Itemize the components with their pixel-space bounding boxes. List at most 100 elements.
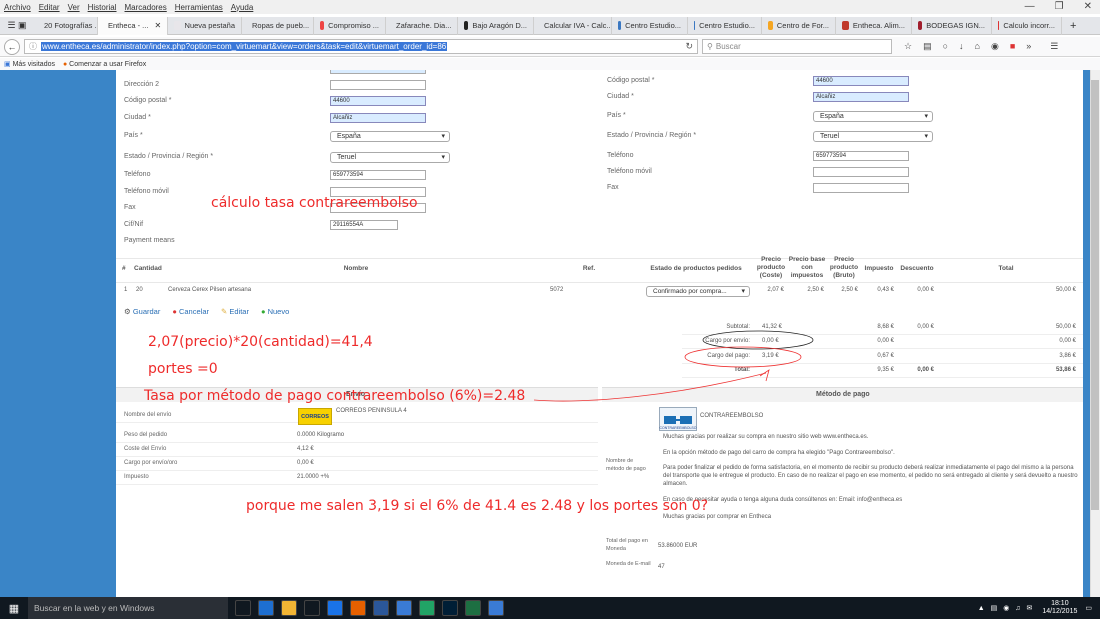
bookmark-star-icon[interactable]: ☆ [904, 41, 912, 52]
shipping-field[interactable]: 659773594 [813, 151, 909, 161]
tab-favicon-icon [842, 21, 849, 30]
payment-name-label: Nombre de método de pago [606, 458, 646, 472]
browser-tab-7[interactable]: Calcular IVA - Calc... [534, 16, 612, 35]
new-button[interactable]: ● Nuevo [261, 307, 289, 316]
totals-value: 3,19 € [762, 353, 779, 359]
totals-label: Cargo por envío: [705, 338, 750, 344]
billing-field[interactable]: 44600 [330, 96, 426, 106]
billing-region-select[interactable]: Teruel [330, 152, 450, 163]
browser-tab-8[interactable]: Centro Estudio... [612, 16, 688, 35]
home-icon[interactable]: ⌂ [975, 41, 980, 52]
browser-tab-11[interactable]: Entheca. Alim... [836, 16, 912, 35]
browser-tab-4[interactable]: Compromiso ... [314, 16, 386, 35]
totals-value: 41,32 € [762, 324, 783, 330]
url-bar[interactable]: ⓘ www.entheca.es/administrator/index.php… [24, 39, 698, 54]
app-icon[interactable] [396, 600, 412, 616]
browser-tab-0[interactable]: 20 Fotografías ... [34, 16, 98, 35]
addon-icon[interactable]: ■ [1010, 41, 1015, 52]
browser-tab-2[interactable]: Nueva pestaña [168, 16, 242, 35]
menu-item-5[interactable]: Herramientas [175, 3, 223, 12]
task-view-icon[interactable] [235, 600, 251, 616]
col-cost-header: Precio producto (Coste) [756, 256, 786, 279]
hamburger-menu-icon[interactable]: ☰ [1050, 41, 1058, 52]
excel-icon[interactable] [465, 600, 481, 616]
cancel-button[interactable]: ● Cancelar [172, 307, 209, 316]
shipping-field[interactable] [813, 183, 909, 193]
bookmark-most-visited[interactable]: ▣ Más visitados [4, 60, 55, 68]
browser-tab-12[interactable]: BODEGAS IGN... [912, 16, 992, 35]
menu-item-1[interactable]: Editar [39, 3, 60, 12]
menu-item-6[interactable]: Ayuda [231, 3, 254, 12]
reload-icon[interactable]: ↻ [685, 41, 693, 52]
correos-logo: CORREOS [298, 408, 332, 425]
start-button[interactable]: ▦ [0, 597, 28, 619]
row-status-select[interactable]: Confirmado por compra... [646, 286, 750, 297]
payment-text-line: Para poder finalizar el pedido de forma … [663, 465, 1078, 487]
firefox-icon[interactable] [350, 600, 366, 616]
shipping-field[interactable]: 44600 [813, 76, 909, 86]
billing-label: Teléfono móvil [124, 188, 169, 195]
tab-label: Centro Estudio... [625, 21, 681, 30]
browser-tab-1[interactable]: Entheca - ... ✕ [98, 16, 168, 35]
shipping-field[interactable]: Alcañiz [813, 92, 909, 102]
row-ref: 5072 [550, 287, 564, 293]
taskbar-search[interactable]: Buscar en la web y en Windows [28, 597, 228, 619]
shipping-region-select[interactable]: Teruel [813, 131, 933, 142]
browser-tab-3[interactable]: Ropas de pueb... [242, 16, 314, 35]
shipping-info-label: Nombre del envío [124, 412, 172, 418]
browser-tab-5[interactable]: Zafarache. Dia... [386, 16, 458, 35]
reading-list-icon[interactable]: ▤ [923, 41, 932, 52]
menu-item-0[interactable]: Archivo [4, 3, 31, 12]
clock[interactable]: 18:10 14/12/2015 [1042, 600, 1077, 616]
tray-icons[interactable]: ▲ ▤ ◉ ♫ ✉ [978, 604, 1035, 612]
search-placeholder: Buscar [715, 42, 741, 51]
save-button[interactable]: ⚙ Guardar [124, 307, 160, 316]
payment-header: Método de pago [816, 391, 870, 398]
annotation-calc-title: cálculo tasa contrareembolso [211, 195, 418, 211]
tab-groups-icon[interactable]: ☰ ▣ [0, 20, 34, 31]
search-input[interactable]: ⚲ Buscar [702, 39, 892, 54]
shipping-field[interactable] [813, 167, 909, 177]
chrome-icon[interactable] [327, 600, 343, 616]
pocket-icon[interactable]: ○ [943, 41, 948, 52]
scrollbar-thumb[interactable] [1091, 80, 1099, 510]
tab-favicon-icon [464, 21, 469, 30]
page-viewport: Dirección 2 Código postal * 44600 Ciudad * A… [0, 70, 1090, 597]
left-background [0, 70, 116, 597]
browser-tab-10[interactable]: Centro de For... [762, 16, 836, 35]
chat-icon[interactable]: ◉ [991, 41, 999, 52]
photoshop-icon[interactable] [442, 600, 458, 616]
menu-item-4[interactable]: Marcadores [125, 3, 167, 12]
minimize-button[interactable]: — [1025, 1, 1035, 12]
billing-field[interactable]: Alcañiz [330, 113, 426, 123]
totals-tax: 8,68 € [877, 324, 894, 330]
app2-icon[interactable] [488, 600, 504, 616]
billing-field[interactable]: 29116554A [330, 220, 398, 230]
browser-tab-9[interactable]: Centro Estudio... [688, 16, 762, 35]
browser-tab-6[interactable]: Bajo Aragón D... [458, 16, 534, 35]
menu-item-2[interactable]: Ver [68, 3, 80, 12]
shipping-country-select[interactable]: España [813, 111, 933, 122]
billing-field[interactable] [330, 80, 426, 90]
totals-divider [682, 377, 1083, 378]
billing-country-select[interactable]: España [330, 131, 450, 142]
store-icon[interactable] [304, 600, 320, 616]
close-window-button[interactable]: ✕ [1084, 1, 1092, 12]
back-button[interactable]: ← [4, 38, 20, 55]
edge-icon[interactable] [258, 600, 274, 616]
billing-field[interactable]: 659773594 [330, 170, 426, 180]
new-tab-button[interactable]: + [1070, 20, 1076, 32]
edit-button[interactable]: ✎ Editar [221, 307, 249, 316]
maximize-button[interactable]: ❐ [1055, 1, 1064, 12]
notifications-icon[interactable]: ▭ [1085, 604, 1092, 612]
menu-item-3[interactable]: Historial [88, 3, 117, 12]
excel-green-icon[interactable] [419, 600, 435, 616]
download-icon[interactable]: ↓ [959, 41, 964, 52]
overflow-icon[interactable]: » [1026, 41, 1031, 52]
browser-tab-13[interactable]: Calculo incorr... [992, 16, 1062, 35]
address-field-top[interactable] [330, 70, 426, 74]
word-icon[interactable] [373, 600, 389, 616]
tab-close-icon[interactable]: ✕ [154, 21, 161, 30]
bookmark-getting-started[interactable]: ● Comenzar a usar Firefox [63, 61, 146, 68]
explorer-icon[interactable] [281, 600, 297, 616]
